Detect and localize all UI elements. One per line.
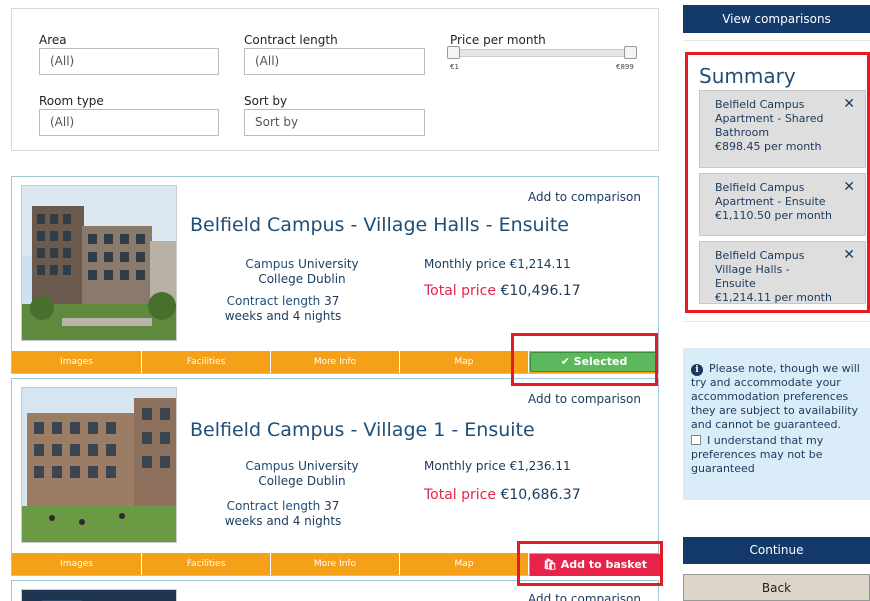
sort-by-select[interactable]: Sort by [244, 109, 425, 136]
tab-facilities[interactable]: Facilities [142, 351, 271, 373]
add-to-comparison-link[interactable]: Add to comparison [528, 190, 641, 204]
filter-panel: Area (All) Contract length (All) Price p… [11, 8, 659, 151]
price-max-value: €899 [616, 63, 634, 71]
checkbox-label: I understand that my preferences may not… [691, 434, 824, 475]
contract-length-label: Contract length [244, 33, 338, 47]
tab-more-info[interactable]: More Info [271, 553, 400, 575]
add-to-comparison-link[interactable]: Add to comparison [528, 592, 641, 601]
tab-facilities[interactable]: Facilities [142, 553, 271, 575]
tab-map[interactable]: Map [400, 553, 529, 575]
tab-images[interactable]: Images [12, 351, 142, 373]
back-button[interactable]: Back [683, 574, 870, 601]
listing-title[interactable]: Belfield Campus - Village 1 - Ensuite [190, 419, 535, 441]
sort-by-label: Sort by [244, 94, 288, 108]
contract-info: Contract length 37 weeks and 4 nights [224, 294, 342, 323]
total-price: Total price €10,686.37 [424, 487, 581, 503]
preferences-checkbox[interactable] [691, 435, 701, 445]
area-select[interactable]: (All) [39, 48, 219, 75]
continue-button[interactable]: Continue [683, 537, 870, 564]
monthly-price: Monthly price €1,214.11 [424, 257, 571, 271]
total-price: Total price €10,496.17 [424, 283, 581, 299]
room-type-select[interactable]: (All) [39, 109, 219, 136]
tab-images[interactable]: Images [12, 553, 142, 575]
price-label: Price per month [450, 33, 546, 47]
monthly-price: Monthly price €1,236.11 [424, 459, 571, 473]
area-label: Area [39, 33, 67, 47]
highlight-box [511, 333, 658, 386]
highlight-box [517, 541, 663, 586]
tab-map[interactable]: Map [400, 351, 529, 373]
listing-image[interactable] [21, 185, 177, 341]
highlight-box [685, 52, 870, 313]
price-slider[interactable] [450, 49, 633, 57]
contract-info: Contract length 37 weeks and 4 nights [224, 499, 342, 528]
info-icon: i [691, 364, 703, 376]
room-type-label: Room type [39, 94, 104, 108]
listing-image[interactable] [21, 387, 177, 543]
add-to-comparison-link[interactable]: Add to comparison [528, 392, 641, 406]
price-min-handle[interactable] [447, 46, 460, 59]
note-text: Please note, though we will try and acco… [691, 362, 860, 431]
tab-more-info[interactable]: More Info [271, 351, 400, 373]
view-comparisons-button[interactable]: View comparisons [683, 5, 870, 33]
campus-info: Campus University College Dublin [245, 459, 359, 488]
listing-title[interactable]: Belfield Campus - Village Halls - Ensuit… [190, 214, 569, 236]
listing-image[interactable] [21, 589, 177, 601]
price-max-handle[interactable] [624, 46, 637, 59]
contract-length-select[interactable]: (All) [244, 48, 425, 75]
availability-note: i Please note, though we will try and acc… [683, 348, 870, 500]
campus-info: Campus University College Dublin [245, 257, 359, 286]
price-min-value: €1 [450, 63, 459, 71]
